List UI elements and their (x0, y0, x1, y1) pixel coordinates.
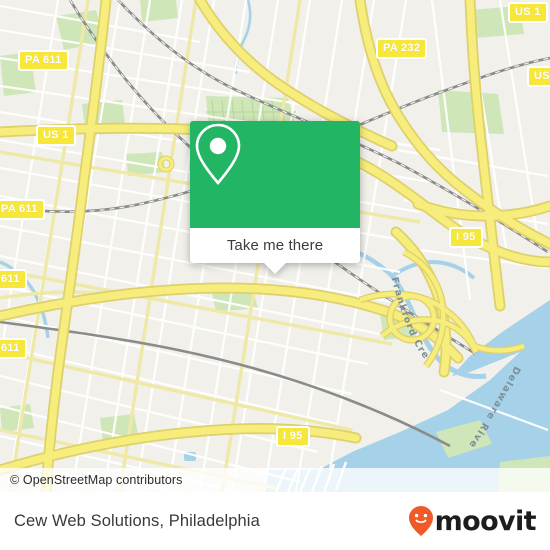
moovit-wordmark: moovit (434, 505, 537, 537)
map-pin-icon (195, 123, 241, 186)
shield-611-lower: 611 (0, 338, 27, 359)
footer-bar: Cew Web Solutions, Philadelphia moovit (0, 492, 550, 550)
moovit-pin-smiley-icon (408, 506, 433, 536)
take-me-there-label: Take me there (226, 237, 324, 254)
card-pointer-tail (264, 263, 286, 274)
shield-611-left: 611 (0, 269, 27, 290)
osm-attribution: © OpenStreetMap contributors (0, 468, 550, 492)
shield-pa-611-mid: PA 611 (0, 199, 45, 220)
shield-pa-611-top: PA 611 (18, 50, 69, 71)
moovit-brand[interactable]: moovit (408, 505, 550, 537)
place-title: Cew Web Solutions, Philadelphia (14, 511, 260, 530)
osm-attribution-text: © OpenStreetMap contributors (10, 473, 183, 487)
shield-us-right: US (527, 66, 550, 87)
shield-i-95-right: I 95 (449, 227, 483, 248)
card-footer[interactable]: Take me there (190, 228, 360, 263)
card-header (190, 121, 360, 228)
shield-pa-232: PA 232 (376, 38, 428, 59)
take-me-there-card[interactable]: Take me there (190, 121, 360, 274)
map-canvas[interactable]: Frankford Creek Delaware River PA 611 US… (0, 0, 550, 492)
shield-i-95-bottom: I 95 (276, 426, 310, 447)
shield-us-1-left: US 1 (36, 125, 76, 146)
moovit-map-screenshot: Frankford Creek Delaware River PA 611 US… (0, 0, 550, 550)
shield-us-1-topright: US 1 (508, 2, 548, 23)
